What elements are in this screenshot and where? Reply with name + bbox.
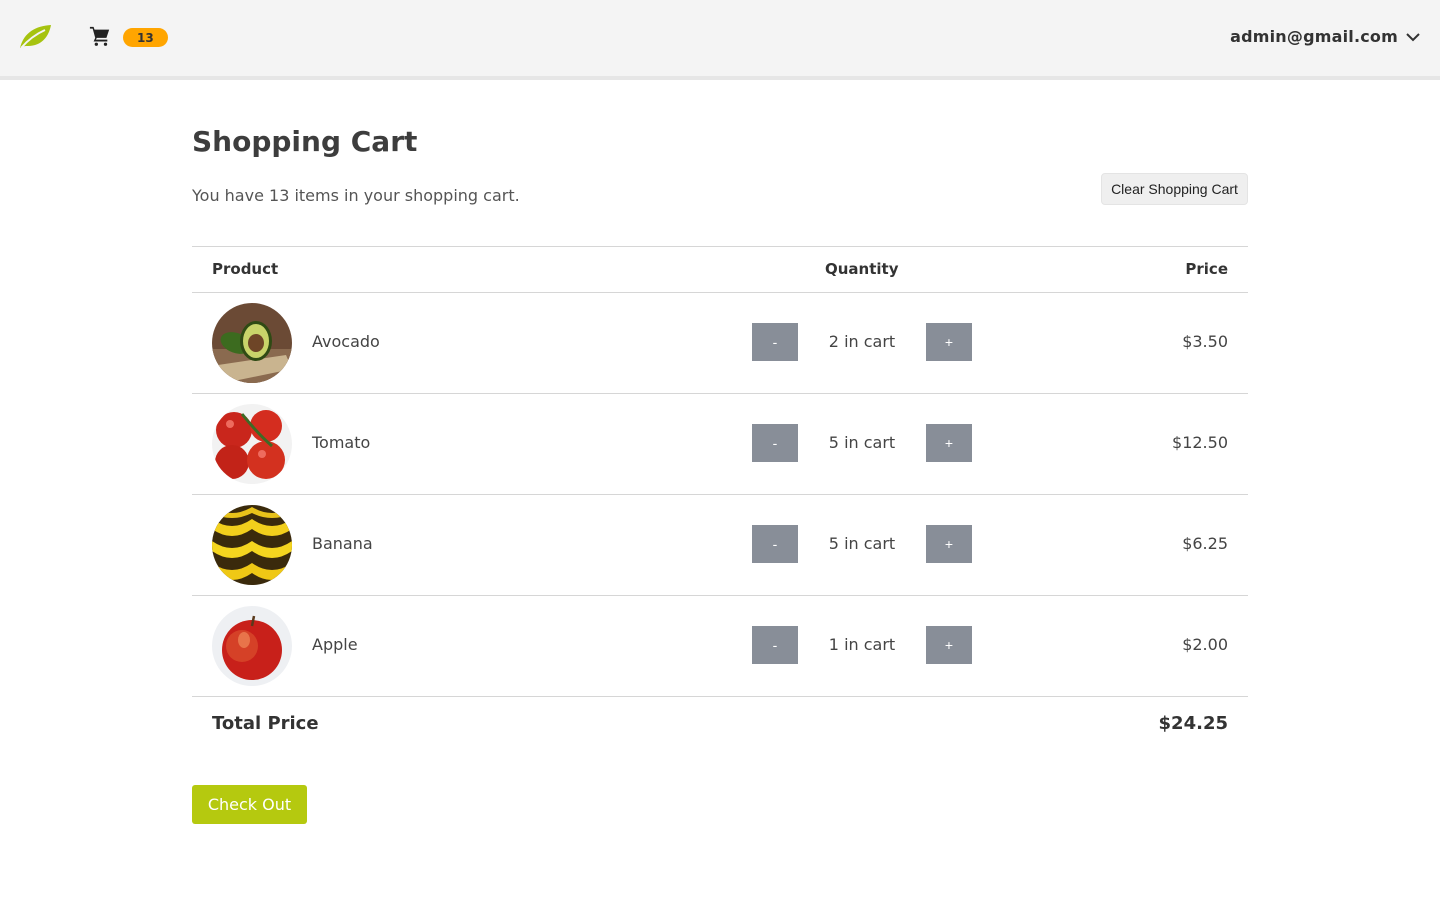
decrease-quantity-button[interactable]: - (752, 626, 798, 664)
quantity-text: 1 in cart (828, 635, 896, 654)
product-name: Banana (312, 534, 373, 553)
product-price: $2.00 (1182, 635, 1228, 654)
leaf-icon[interactable] (18, 22, 52, 50)
decrease-quantity-button[interactable]: - (752, 424, 798, 462)
product-price: $6.25 (1182, 534, 1228, 553)
top-navbar: 13 admin@gmail.com (0, 0, 1440, 80)
product-name: Tomato (312, 433, 371, 452)
user-menu[interactable]: admin@gmail.com (1230, 27, 1422, 46)
tomato-image (212, 404, 292, 484)
total-price-label: Total Price (212, 713, 319, 734)
summary-row: You have 13 items in your shopping cart.… (192, 173, 1248, 224)
avocado-image (212, 303, 292, 383)
quantity-text: 2 in cart (828, 332, 896, 351)
product-name: Apple (312, 635, 358, 654)
decrease-quantity-button[interactable]: - (752, 525, 798, 563)
cart-icon[interactable] (89, 25, 111, 47)
increase-quantity-button[interactable]: + (926, 323, 972, 361)
increase-quantity-button[interactable]: + (926, 424, 972, 462)
header-price: Price (1185, 260, 1228, 278)
product-price: $3.50 (1182, 332, 1228, 351)
table-row: Banana - 5 in cart + $6.25 (192, 495, 1248, 596)
table-header: Product Quantity Price (192, 247, 1248, 293)
cart-count-badge: 13 (123, 28, 168, 47)
header-quantity: Quantity (825, 260, 899, 278)
banana-image (212, 505, 292, 585)
chevron-down-icon[interactable] (1404, 28, 1422, 46)
quantity-text: 5 in cart (828, 534, 896, 553)
cart-link[interactable]: 13 (89, 24, 168, 47)
increase-quantity-button[interactable]: + (926, 525, 972, 563)
increase-quantity-button[interactable]: + (926, 626, 972, 664)
main-content: Shopping Cart You have 13 items in your … (192, 80, 1248, 824)
total-row: Total Price $24.25 (192, 697, 1248, 753)
decrease-quantity-button[interactable]: - (752, 323, 798, 361)
total-price-value: $24.25 (1158, 713, 1228, 734)
product-name: Avocado (312, 332, 380, 351)
table-row: Tomato - 5 in cart + $12.50 (192, 394, 1248, 495)
clear-cart-button[interactable]: Clear Shopping Cart (1101, 173, 1248, 205)
cart-table: Product Quantity Price Avocado - 2 in ca… (192, 246, 1248, 753)
product-price: $12.50 (1172, 433, 1228, 452)
table-row: Apple - 1 in cart + $2.00 (192, 596, 1248, 697)
user-email[interactable]: admin@gmail.com (1230, 27, 1398, 46)
page-title: Shopping Cart (192, 125, 418, 158)
table-row: Avocado - 2 in cart + $3.50 (192, 293, 1248, 394)
header-product: Product (212, 260, 279, 278)
apple-image (212, 606, 292, 686)
quantity-text: 5 in cart (828, 433, 896, 452)
cart-summary: You have 13 items in your shopping cart. (192, 186, 520, 205)
checkout-button[interactable]: Check Out (192, 785, 307, 824)
